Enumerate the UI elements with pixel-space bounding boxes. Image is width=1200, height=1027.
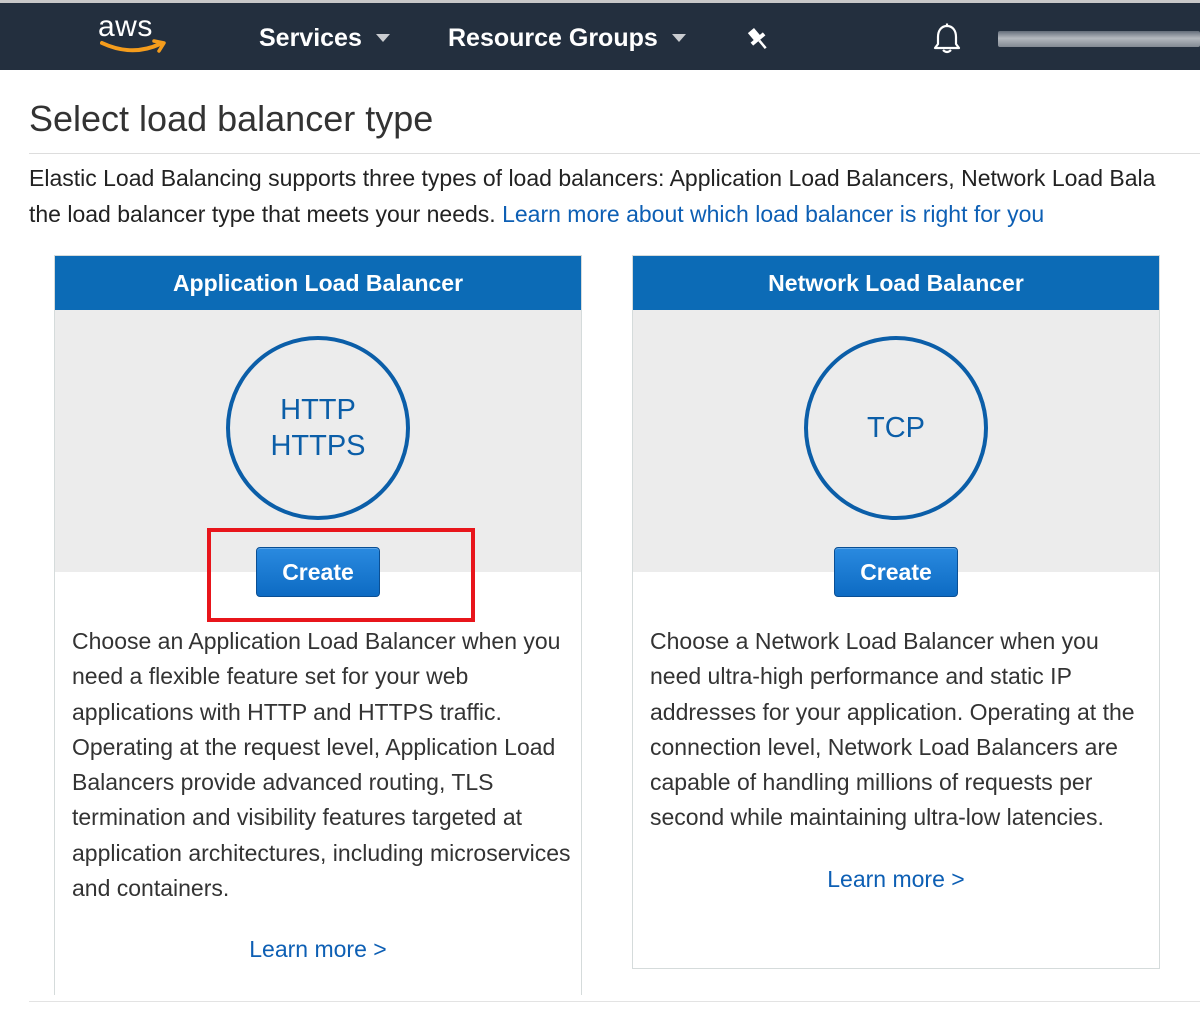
- services-label: Services: [259, 23, 362, 52]
- pin-icon[interactable]: [744, 25, 772, 53]
- card-title: Application Load Balancer: [55, 256, 581, 310]
- learn-more-link[interactable]: Learn more >: [55, 936, 581, 963]
- intro-line-1: Elastic Load Balancing supports three ty…: [29, 165, 1156, 191]
- highlight-annotation: [207, 528, 475, 622]
- divider: [29, 1001, 1200, 1002]
- learn-more-link[interactable]: Learn more >: [633, 866, 1159, 893]
- chevron-down-icon: [671, 34, 686, 42]
- services-menu[interactable]: Services: [259, 21, 390, 55]
- divider: [29, 153, 1200, 154]
- resource-groups-label: Resource Groups: [448, 23, 658, 52]
- card-description: Choose a Network Load Balancer when you …: [650, 628, 1135, 831]
- page-title: Select load balancer type: [29, 98, 434, 139]
- chevron-down-icon: [375, 34, 390, 42]
- protocol-label: HTTPS: [270, 430, 366, 462]
- card-description: Choose an Application Load Balancer when…: [72, 628, 571, 902]
- card-title: Network Load Balancer: [633, 256, 1159, 310]
- aws-logo[interactable]: aws: [98, 11, 170, 61]
- intro-line-2: the load balancer type that meets your n…: [29, 201, 503, 227]
- application-load-balancer-card: Application Load Balancer HTTP HTTPS Cre…: [54, 255, 582, 995]
- protocol-circle: HTTP HTTPS: [226, 336, 410, 520]
- card-graphic: TCP: [633, 310, 1159, 572]
- network-load-balancer-card: Network Load Balancer TCP Create Choose …: [632, 255, 1160, 969]
- protocol-label: TCP: [867, 412, 925, 444]
- top-navigation-bar: aws Services Resource Groups: [0, 0, 1200, 70]
- aws-smile-icon: [100, 39, 166, 53]
- learn-more-link[interactable]: Learn more about which load balancer is …: [502, 201, 1044, 227]
- create-nlb-button[interactable]: Create: [834, 547, 958, 597]
- bell-icon[interactable]: [932, 23, 962, 55]
- account-menu-obscured[interactable]: [998, 31, 1200, 47]
- resource-groups-menu[interactable]: Resource Groups: [448, 21, 686, 55]
- intro-text: Elastic Load Balancing supports three ty…: [29, 160, 1200, 232]
- protocol-circle: TCP: [804, 336, 988, 520]
- protocol-label: HTTP: [280, 394, 356, 426]
